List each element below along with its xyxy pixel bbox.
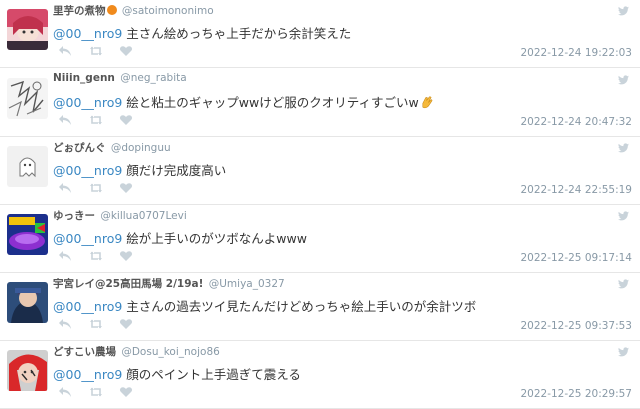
avatar[interactable]	[7, 78, 48, 119]
mention-link[interactable]: @00__nro9	[53, 26, 122, 41]
author-handle[interactable]: @Umiya_0327	[209, 278, 285, 290]
twitter-bird-icon[interactable]	[618, 347, 629, 357]
heart-icon[interactable]	[119, 182, 133, 194]
author-handle[interactable]: @Dosu_koi_nojo86	[121, 346, 219, 358]
author-name[interactable]: どすこい農場	[53, 346, 116, 358]
avatar[interactable]	[7, 9, 48, 50]
timestamp[interactable]: 2022-12-25 20:29:57	[520, 388, 632, 400]
heart-icon[interactable]	[119, 318, 133, 330]
retweet-icon[interactable]	[89, 114, 103, 126]
timestamp[interactable]: 2022-12-24 20:47:32	[520, 116, 632, 128]
heart-icon[interactable]	[119, 45, 133, 57]
twitter-bird-icon[interactable]	[618, 75, 629, 85]
author-handle[interactable]: @neg_rabita	[120, 72, 186, 84]
timestamp[interactable]: 2022-12-24 22:55:19	[520, 184, 632, 196]
tweet-text: @00__nro9 絵と粘土のギャップwwけど服のクオリティすごいw	[53, 92, 433, 111]
reply-icon[interactable]	[58, 318, 72, 330]
twitter-bird-icon[interactable]	[618, 211, 629, 221]
tweet-text: @00__nro9 主さんの過去ツイ見たんだけどめっちゃ絵上手いのが余計ツボ	[53, 296, 476, 315]
author-handle[interactable]: @dopinguu	[111, 142, 171, 154]
tweet-body: 主さんの過去ツイ見たんだけどめっちゃ絵上手いのが余計ツボ	[126, 299, 477, 314]
retweet-icon[interactable]	[89, 250, 103, 262]
tweet-body: 主さん絵めっちゃ上手だから余計笑えた	[126, 26, 352, 41]
author-name[interactable]: Niiin_genn	[53, 72, 115, 84]
twitter-bird-icon[interactable]	[618, 6, 629, 16]
retweet-icon[interactable]	[89, 182, 103, 194]
mention-link[interactable]: @00__nro9	[53, 95, 122, 110]
author-name[interactable]: 宇宮レイ@25高田馬場 2/19a!	[53, 278, 203, 290]
tweet-header: Niiin_genn @neg_rabita	[53, 72, 187, 84]
tweet-header: 里芋の煮物 @satoimononimo	[53, 3, 214, 18]
tweet-body: 顔のペイント上手過ぎて震える	[126, 367, 301, 382]
heart-icon[interactable]	[119, 250, 133, 262]
tweet-header: ゆっきー @killua0707Levi	[53, 208, 187, 223]
reply-icon[interactable]	[58, 45, 72, 57]
author-handle[interactable]: @satoimononimo	[122, 5, 214, 17]
retweet-icon[interactable]	[89, 45, 103, 57]
tweet-item: ゆっきー @killua0707Levi @00__nro9 絵が上手いのがツボな…	[0, 205, 640, 273]
tweet-text: @00__nro9 顔のペイント上手過ぎて震える	[53, 364, 301, 383]
mention-link[interactable]: @00__nro9	[53, 367, 122, 382]
tweet-item: 宇宮レイ@25高田馬場 2/19a! @Umiya_0327 @00__nro9 …	[0, 273, 640, 341]
tweet-header: 宇宮レイ@25高田馬場 2/19a! @Umiya_0327	[53, 276, 285, 291]
author-handle[interactable]: @killua0707Levi	[100, 210, 186, 222]
heart-icon[interactable]	[119, 114, 133, 126]
author-name[interactable]: 里芋の煮物	[53, 5, 106, 17]
timestamp[interactable]: 2022-12-25 09:17:14	[520, 252, 632, 264]
tweet-item: 里芋の煮物 @satoimononimo @00__nro9 主さん絵めっちゃ上手…	[0, 0, 640, 68]
reply-icon[interactable]	[58, 386, 72, 398]
timestamp[interactable]: 2022-12-24 19:22:03	[520, 47, 632, 59]
retweet-icon[interactable]	[89, 386, 103, 398]
author-name[interactable]: どぉぴんぐ	[53, 142, 106, 154]
divider	[0, 67, 640, 68]
avatar[interactable]	[7, 350, 48, 391]
orange-emoji-icon	[106, 5, 117, 15]
tweet-header: どすこい農場 @Dosu_koi_nojo86	[53, 344, 220, 359]
tweet-text: @00__nro9 主さん絵めっちゃ上手だから余計笑えた	[53, 23, 351, 42]
tweet-item: Niiin_genn @neg_rabita @00__nro9 絵と粘土のギャッ…	[0, 69, 640, 137]
retweet-icon[interactable]	[89, 318, 103, 330]
clapping-hands-icon	[420, 96, 433, 109]
tweet-header: どぉぴんぐ @dopinguu	[53, 140, 171, 155]
avatar[interactable]	[7, 214, 48, 255]
twitter-bird-icon[interactable]	[618, 143, 629, 153]
tweet-item: どぉぴんぐ @dopinguu @00__nro9 顔だけ完成度高い 2022-12…	[0, 137, 640, 205]
mention-link[interactable]: @00__nro9	[53, 163, 122, 178]
avatar[interactable]	[7, 146, 48, 187]
timestamp[interactable]: 2022-12-25 09:37:53	[520, 320, 632, 332]
heart-icon[interactable]	[119, 386, 133, 398]
tweet-body: 絵と粘土のギャップwwけど服のクオリティすごいw	[126, 95, 419, 110]
tweet-text: @00__nro9 絵が上手いのがツボなんよwww	[53, 228, 307, 247]
twitter-bird-icon[interactable]	[618, 279, 629, 289]
avatar[interactable]	[7, 282, 48, 323]
tweet-item: どすこい農場 @Dosu_koi_nojo86 @00__nro9 顔のペイント上…	[0, 341, 640, 409]
reply-icon[interactable]	[58, 182, 72, 194]
mention-link[interactable]: @00__nro9	[53, 299, 122, 314]
reply-icon[interactable]	[58, 114, 72, 126]
tweet-body: 絵が上手いのがツボなんよwww	[126, 231, 307, 246]
author-name[interactable]: ゆっきー	[53, 210, 95, 222]
reply-icon[interactable]	[58, 250, 72, 262]
tweet-body: 顔だけ完成度高い	[126, 163, 227, 178]
tweet-text: @00__nro9 顔だけ完成度高い	[53, 160, 226, 179]
mention-link[interactable]: @00__nro9	[53, 231, 122, 246]
